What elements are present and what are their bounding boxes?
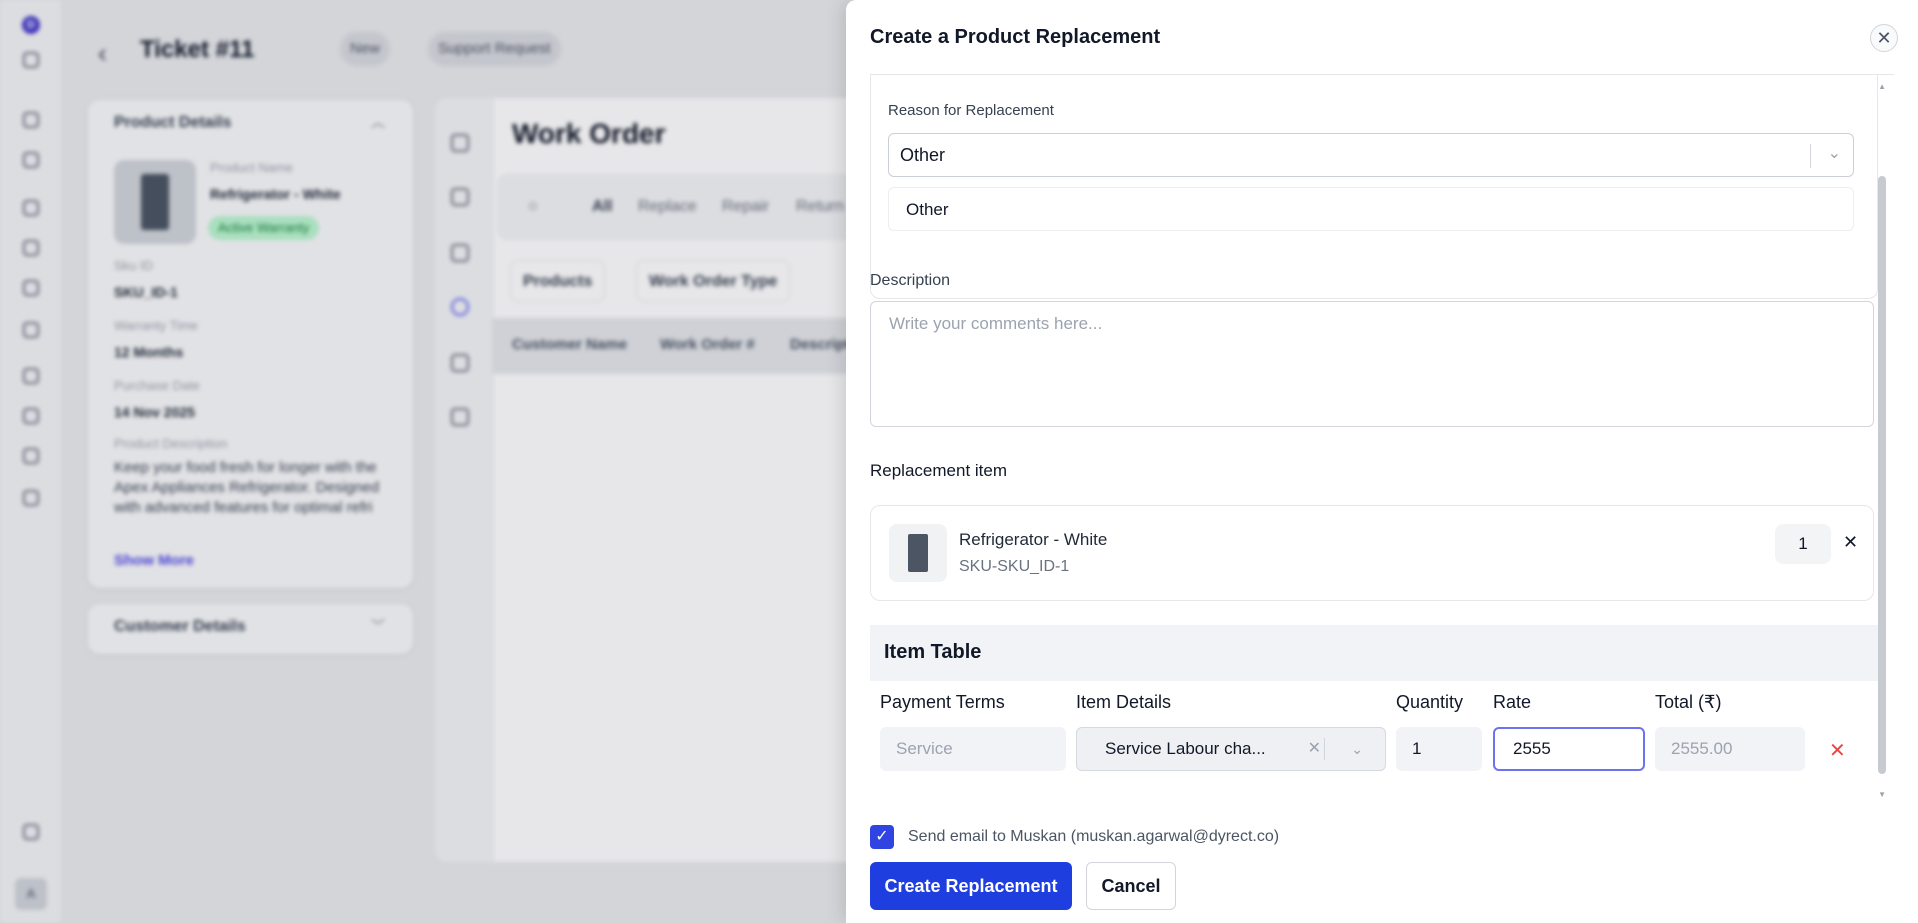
create-replacement-drawer: Create a Product Replacement ✕ Reason fo… [846, 0, 1918, 923]
item-details-value: Service Labour cha... [1105, 739, 1266, 758]
reason-option-other[interactable]: Other [888, 187, 1854, 231]
drawer-title: Create a Product Replacement [870, 26, 1161, 48]
replacement-item-image [889, 524, 947, 582]
column-item-details: Item Details [1076, 692, 1172, 712]
create-replacement-button[interactable]: Create Replacement [870, 862, 1072, 910]
description-label: Description [870, 272, 951, 289]
reason-option-label: Other [906, 200, 949, 219]
select-separator [1810, 144, 1811, 168]
drawer-scroll-area[interactable]: Reason for Replacement Other ⌄ Other Des… [846, 75, 1918, 805]
reason-select[interactable]: Other ⌄ [888, 133, 1854, 177]
reason-label: Reason for Replacement [888, 102, 1054, 119]
send-email-label[interactable]: Send email to Muskan (muskan.agarwal@dyr… [908, 828, 1279, 846]
total-field: 2555.00 [1655, 727, 1805, 771]
replacement-item-label: Replacement item [870, 461, 1008, 480]
column-payment-terms: Payment Terms [880, 692, 1005, 712]
remove-item-icon[interactable]: ✕ [1843, 532, 1858, 553]
column-total: Total (₹) [1655, 692, 1722, 712]
replacement-item-quantity[interactable]: 1 [1775, 524, 1831, 564]
column-rate: Rate [1493, 692, 1532, 712]
item-table-header: Item Table [870, 625, 1878, 681]
delete-row-icon[interactable]: ✕ [1829, 738, 1846, 763]
rate-field[interactable]: 2555 [1493, 727, 1645, 771]
quantity-field[interactable]: 1 [1396, 727, 1482, 771]
item-table-title: Item Table [884, 641, 982, 663]
cancel-button[interactable]: Cancel [1086, 862, 1176, 910]
description-textarea[interactable] [870, 301, 1874, 427]
replacement-item-name: Refrigerator - White [959, 530, 1108, 549]
chevron-down-icon[interactable]: ⌄ [1828, 143, 1841, 163]
send-email-checkbox[interactable]: ✓ [870, 825, 894, 849]
scroll-up-arrow-icon[interactable]: ▲ [1878, 82, 1886, 91]
replacement-item-sku: SKU-SKU_ID-1 [959, 558, 1070, 575]
item-details-select[interactable]: Service Labour cha... ✕ ⌄ [1076, 727, 1386, 771]
close-icon[interactable]: ✕ [1870, 24, 1898, 52]
select-separator [1324, 738, 1325, 760]
scrollbar-thumb[interactable] [1878, 176, 1886, 774]
scroll-down-arrow-icon[interactable]: ▼ [1878, 790, 1886, 799]
reason-selected-value: Other [900, 145, 946, 165]
replacement-item-card: Refrigerator - White SKU-SKU_ID-1 1 ✕ [870, 505, 1874, 601]
payment-terms-field[interactable]: Service [880, 727, 1066, 771]
chevron-down-icon[interactable]: ⌄ [1351, 728, 1363, 770]
clear-icon[interactable]: ✕ [1308, 728, 1321, 770]
column-quantity: Quantity [1396, 692, 1464, 712]
